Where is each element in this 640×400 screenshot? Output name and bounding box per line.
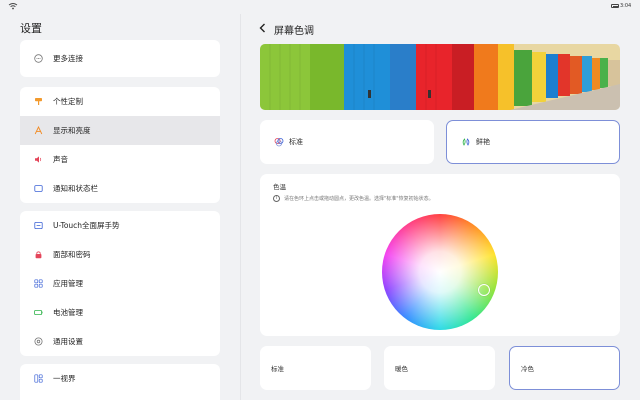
notification-icon <box>34 184 43 193</box>
settings-title: 设置 <box>20 22 42 35</box>
info-icon: i <box>273 195 280 202</box>
page-title: 屏幕色调 <box>274 26 314 37</box>
sidebar-item-personalization[interactable]: 个性定制 <box>20 87 220 116</box>
sidebar-item-label: U-Touch全面屏手势 <box>53 221 120 230</box>
sidebar-item-general[interactable]: 通用设置 <box>20 327 220 356</box>
preset-cool-card[interactable]: 冷色 <box>509 346 620 390</box>
sidebar-item-label: 更多连接 <box>53 54 83 63</box>
sidebar-item-label: 通知和状态栏 <box>53 184 98 193</box>
settings-group-1: 更多连接 <box>20 40 220 77</box>
status-bar: 3:04 <box>0 0 640 12</box>
color-temperature-hint: i 请在色环上点击或拖动圆点，更改色温。选择"标准"恢复初始状态。 <box>273 195 434 202</box>
mode-vivid-card[interactable]: 鲜艳 <box>446 120 620 164</box>
preset-warm-label: 暖色 <box>395 365 408 373</box>
lock-icon <box>34 250 43 259</box>
gesture-icon <box>34 221 43 230</box>
sidebar-item-more-connections[interactable]: 更多连接 <box>20 40 220 77</box>
sidebar-item-label: 个性定制 <box>53 97 83 106</box>
standard-mode-icon <box>274 138 284 147</box>
more-connections-icon <box>34 54 43 63</box>
color-temperature-card: 色温 i 请在色环上点击或拖动圆点，更改色温。选择"标准"恢复初始状态。 <box>260 174 620 336</box>
personalization-icon <box>34 97 43 106</box>
mode-standard-card[interactable]: 标准 <box>260 120 434 164</box>
panel-divider <box>240 14 241 400</box>
color-temperature-label: 色温 <box>273 183 286 191</box>
battery-icon <box>611 4 619 8</box>
preset-standard-card[interactable]: 标准 <box>260 346 371 390</box>
color-wheel[interactable] <box>382 214 498 330</box>
color-wheel-handle[interactable] <box>478 284 490 296</box>
color-temperature-hint-text: 请在色环上点击或拖动圆点，更改色温。选择"标准"恢复初始状态。 <box>284 196 434 202</box>
preview-image <box>260 44 620 110</box>
sidebar-item-app-management[interactable]: 应用管理 <box>20 269 220 298</box>
settings-group-4: 一视界 <box>20 364 220 400</box>
sidebar-item-label: 电池管理 <box>53 308 83 317</box>
general-settings-icon <box>34 337 43 346</box>
apps-icon <box>34 279 43 288</box>
preset-warm-card[interactable]: 暖色 <box>384 346 495 390</box>
back-arrow-icon[interactable] <box>257 22 269 34</box>
sound-icon <box>34 155 43 164</box>
sidebar-item-battery[interactable]: 电池管理 <box>20 298 220 327</box>
sidebar-item-sound[interactable]: 声音 <box>20 145 220 174</box>
status-time: 3:04 <box>620 3 632 9</box>
sidebar-item-label: 一视界 <box>53 374 76 383</box>
settings-group-3: U-Touch全面屏手势 面部和密码 应用管理 电池管理 通用设置 <box>20 211 220 356</box>
multi-view-icon <box>34 374 43 383</box>
sidebar-item-notifications[interactable]: 通知和状态栏 <box>20 174 220 203</box>
vivid-mode-icon <box>462 138 470 146</box>
mode-vivid-label: 鲜艳 <box>476 138 490 146</box>
sidebar-item-face-password[interactable]: 面部和密码 <box>20 240 220 269</box>
sidebar-item-label: 显示和亮度 <box>53 126 91 135</box>
battery-manage-icon <box>34 308 43 317</box>
preset-standard-label: 标准 <box>271 365 284 373</box>
preset-cool-label: 冷色 <box>521 365 534 373</box>
wifi-icon <box>8 3 18 10</box>
sidebar-item-gestures[interactable]: U-Touch全面屏手势 <box>20 211 220 240</box>
sidebar-item-label: 通用设置 <box>53 337 83 346</box>
settings-group-2: 个性定制 显示和亮度 声音 通知和状态栏 <box>20 87 220 203</box>
mode-standard-label: 标准 <box>289 138 303 146</box>
display-brightness-icon <box>34 126 43 135</box>
sidebar-item-label: 声音 <box>53 155 68 164</box>
sidebar-item-label: 应用管理 <box>53 279 83 288</box>
sidebar-item-display-brightness[interactable]: 显示和亮度 <box>20 116 220 145</box>
sidebar-item-multi-view[interactable]: 一视界 <box>20 364 220 393</box>
sidebar-item-label: 面部和密码 <box>53 250 91 259</box>
